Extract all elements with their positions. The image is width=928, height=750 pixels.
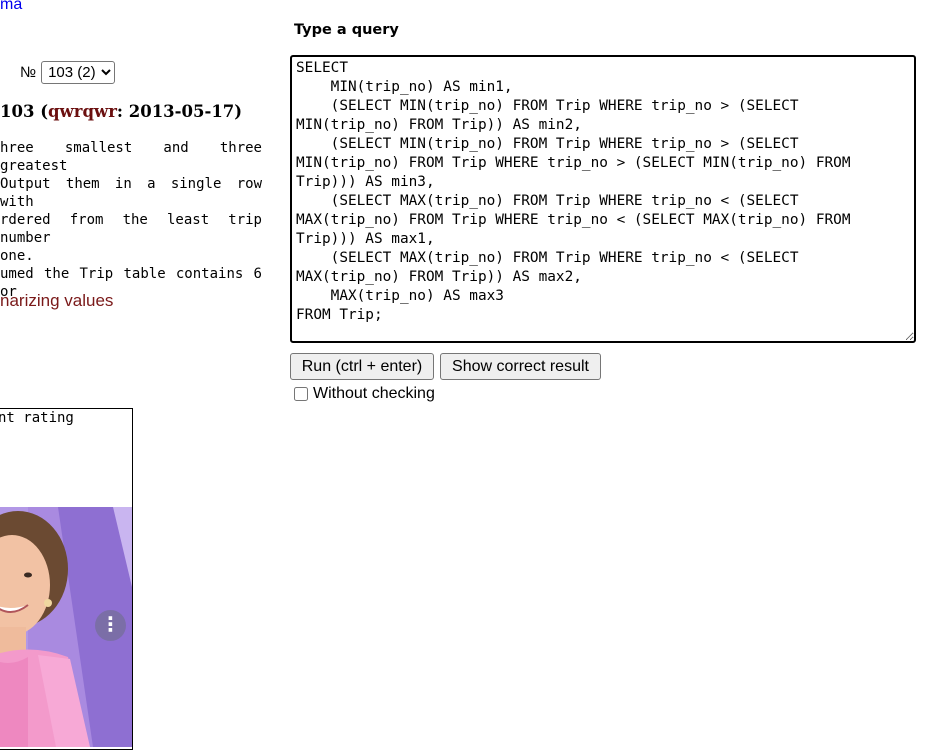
task-line: Output them in a single row with (0, 176, 262, 210)
exercise-picker: № 103 (2) (20, 61, 116, 84)
task-line: hree smallest and three greatest (0, 140, 262, 174)
exercise-number-label: № (20, 64, 37, 81)
query-editor[interactable]: SELECT MIN(trip_no) AS min1, (SELECT MIN… (290, 55, 916, 343)
advertisement-image[interactable]: ⋮ (0, 507, 132, 747)
exercise-author: qwrqwr (48, 102, 117, 121)
task-line: one. (0, 248, 34, 264)
topic-link[interactable]: narizing values (0, 291, 113, 311)
task-description: hree smallest and three greatest Output … (0, 139, 262, 301)
schema-link[interactable]: ma (0, 0, 22, 14)
exercise-title: 103 (qwrqwr: 2013-05-17) (0, 102, 243, 121)
run-button[interactable]: Run (ctrl + enter) (290, 353, 434, 380)
rating-panel: nt rating ⋮ (0, 408, 133, 750)
rating-label: nt rating (0, 410, 74, 426)
exercise-date: 2013-05-17 (128, 102, 235, 121)
without-checking-option[interactable]: Without checking (294, 385, 435, 403)
query-heading: Type a query (294, 22, 399, 38)
exercise-select[interactable]: 103 (2) (41, 61, 116, 84)
exercise-title-number: 103 (0, 102, 35, 121)
show-correct-result-button[interactable]: Show correct result (440, 353, 601, 380)
without-checking-checkbox[interactable] (294, 387, 308, 401)
task-line: rdered from the least trip number (0, 212, 262, 246)
ad-options-icon[interactable]: ⋮ (95, 610, 126, 641)
without-checking-label: Without checking (313, 385, 435, 402)
